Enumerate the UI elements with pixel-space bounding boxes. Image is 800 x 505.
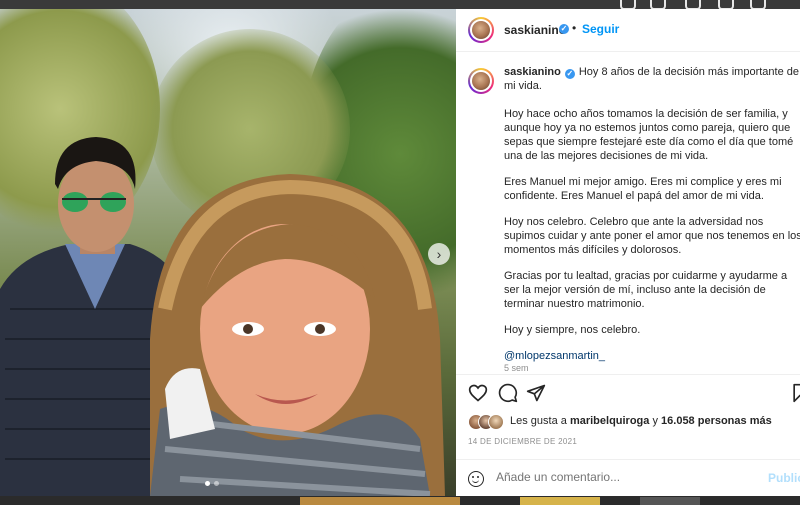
chevron-right-icon[interactable]: › <box>428 243 450 265</box>
verified-badge-icon: ✓ <box>559 24 569 34</box>
caption-paragraph: Hoy y siempre, nos celebro. <box>504 324 641 336</box>
bottom-thumbnail <box>300 497 460 505</box>
likes-count[interactable]: 16.058 personas más <box>661 415 772 427</box>
follow-button[interactable]: Seguir <box>582 22 619 36</box>
post-sidebar: saskianino ✓ • Seguir saskianino ✓ Hoy 8 a… <box>456 9 800 496</box>
comment-icon[interactable] <box>498 383 518 403</box>
caption-author-avatar[interactable] <box>468 68 494 94</box>
paper-plane-icon[interactable] <box>526 383 546 403</box>
post-caption: saskianino ✓ Hoy 8 años de la decisión más… <box>504 65 800 375</box>
heart-icon[interactable] <box>468 383 488 403</box>
publish-button[interactable]: Publicar <box>768 471 800 485</box>
bottom-strip <box>0 496 800 505</box>
mention-link[interactable]: @mlopezsanmartin_ <box>504 350 605 362</box>
separator: • <box>572 21 577 35</box>
carousel-dot-active <box>205 481 210 486</box>
likes-connector: y <box>652 415 658 427</box>
sunglasses-right-lens <box>100 192 126 212</box>
liker-avatar[interactable] <box>488 414 504 430</box>
browser-top-strip <box>0 0 800 10</box>
caption-paragraph: Gracias por tu lealtad, gracias por cuid… <box>504 270 788 310</box>
caption-paragraph: Eres Manuel mi mejor amigo. Eres mi comp… <box>504 176 782 202</box>
caption-time-ago[interactable]: 5 sem <box>504 363 529 371</box>
sunglasses-left-lens <box>62 192 88 212</box>
caption-paragraph: Hoy nos celebro. Celebro que ante la adv… <box>504 216 800 256</box>
likes-prefix: Les gusta a <box>510 415 567 427</box>
photo-people <box>0 137 445 496</box>
carousel-dot <box>214 481 219 486</box>
bookmark-icon[interactable] <box>790 383 800 403</box>
actions-divider <box>456 374 800 375</box>
liker-username[interactable]: maribelquiroga <box>570 415 649 427</box>
bottom-thumbnail <box>520 497 600 505</box>
bottom-thumbnail <box>640 497 700 505</box>
comment-bar: Publicar <box>456 459 800 496</box>
smiley-icon[interactable] <box>468 471 484 487</box>
post-header: saskianino ✓ • Seguir <box>456 9 800 52</box>
post-date[interactable]: 14 DE DICIEMBRE DE 2021 <box>468 437 577 446</box>
caption-paragraph: Hoy hace ocho años tomamos la decisión d… <box>504 108 794 162</box>
likes-summary: Les gusta a maribelquiroga y 16.058 pers… <box>510 415 772 427</box>
caption-author-username[interactable]: saskianino <box>504 66 561 78</box>
author-avatar[interactable] <box>468 17 494 43</box>
post-photo[interactable]: › <box>0 9 456 496</box>
author-username[interactable]: saskianino <box>504 23 566 37</box>
carousel-dots <box>205 481 219 486</box>
comment-input[interactable] <box>496 470 746 484</box>
verified-badge-icon: ✓ <box>564 69 575 79</box>
